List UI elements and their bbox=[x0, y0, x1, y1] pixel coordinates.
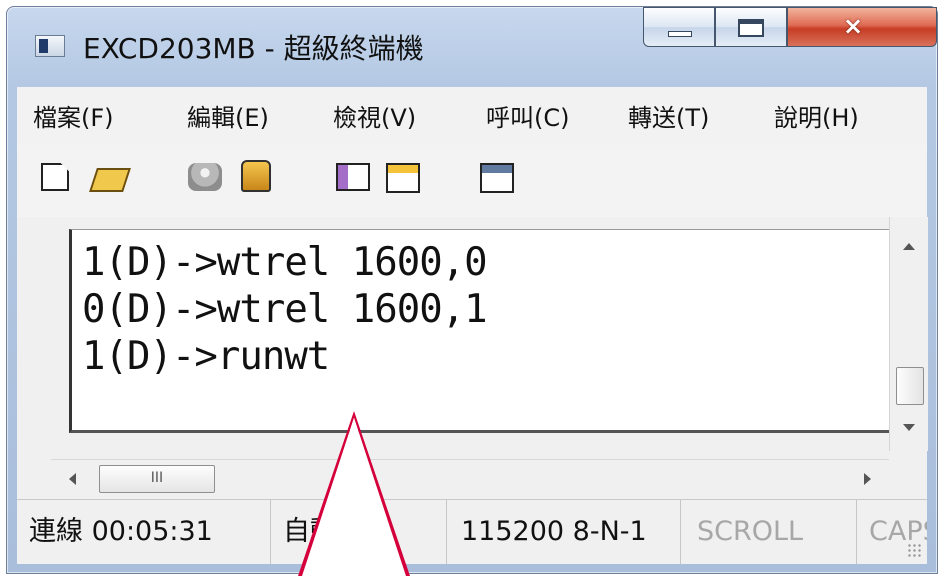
open-folder-icon[interactable] bbox=[89, 168, 131, 192]
terminal-line: 0(D)->wtrel 1600,1 bbox=[82, 287, 488, 332]
horizontal-scroll-thumb[interactable]: III bbox=[99, 465, 215, 493]
connect-phone-icon[interactable] bbox=[241, 160, 271, 192]
hyperterminal-window: EXCD203MB - 超級終端機 × 檔案(F) 編輯(E) 檢視(V) 呼叫… bbox=[6, 6, 938, 574]
minimize-button[interactable] bbox=[643, 7, 715, 47]
menu-bar: 檔案(F) 編輯(E) 檢視(V) 呼叫(C) 轉送(T) 說明(H) bbox=[17, 87, 927, 144]
vertical-scroll-thumb[interactable] bbox=[896, 367, 924, 405]
app-icon bbox=[35, 35, 65, 57]
terminal-output[interactable]: 1(D)->wtrel 1600,0 0(D)->wtrel 1600,1 1(… bbox=[69, 229, 889, 433]
close-icon: × bbox=[843, 12, 864, 40]
title-bar[interactable]: EXCD203MB - 超級終端機 × bbox=[7, 7, 937, 85]
toolbar bbox=[17, 143, 927, 218]
caption-buttons: × bbox=[643, 7, 937, 47]
maximize-icon bbox=[738, 19, 764, 37]
properties-icon[interactable] bbox=[480, 163, 514, 193]
send-file-icon[interactable] bbox=[336, 163, 370, 191]
new-document-icon[interactable] bbox=[41, 163, 69, 191]
menu-transfer[interactable]: 轉送(T) bbox=[628, 98, 709, 133]
scroll-down-icon[interactable] bbox=[903, 424, 915, 431]
scroll-left-icon[interactable] bbox=[69, 473, 76, 485]
menu-edit[interactable]: 編輯(E) bbox=[187, 98, 269, 133]
connection-status: 連線 00:05:31 bbox=[29, 500, 271, 564]
terminal-line: 1(D)->runwt bbox=[82, 334, 330, 379]
menu-view[interactable]: 檢視(V) bbox=[333, 98, 416, 133]
terminal-area: 1(D)->wtrel 1600,0 0(D)->wtrel 1600,1 1(… bbox=[17, 217, 928, 499]
scroll-status: SCROLL bbox=[681, 500, 857, 564]
minimize-icon bbox=[668, 31, 692, 37]
menu-call[interactable]: 呼叫(C) bbox=[486, 98, 569, 133]
maximize-button[interactable] bbox=[715, 7, 787, 47]
disconnect-phone-icon[interactable] bbox=[188, 163, 222, 191]
receive-file-icon[interactable] bbox=[386, 163, 420, 193]
vertical-scrollbar[interactable] bbox=[889, 217, 928, 451]
close-button[interactable]: × bbox=[787, 7, 937, 47]
menu-file[interactable]: 檔案(F) bbox=[33, 98, 114, 133]
window-title: EXCD203MB - 超級終端機 bbox=[83, 32, 424, 65]
status-bar: 連線 00:05:31 自動偵測 115200 8-N-1 SCROLL CAP… bbox=[17, 499, 927, 564]
horizontal-scrollbar[interactable]: III bbox=[51, 459, 889, 498]
annotation-callout bbox=[298, 411, 410, 576]
serial-settings-status: 115200 8-N-1 bbox=[447, 500, 681, 564]
terminal-line: 1(D)->wtrel 1600,0 bbox=[82, 240, 488, 285]
menu-help[interactable]: 說明(H) bbox=[774, 98, 859, 133]
scroll-right-icon[interactable] bbox=[864, 473, 871, 485]
resize-grip-icon[interactable] bbox=[907, 543, 921, 557]
scroll-up-icon[interactable] bbox=[903, 243, 915, 250]
annotation-fill bbox=[302, 418, 406, 576]
